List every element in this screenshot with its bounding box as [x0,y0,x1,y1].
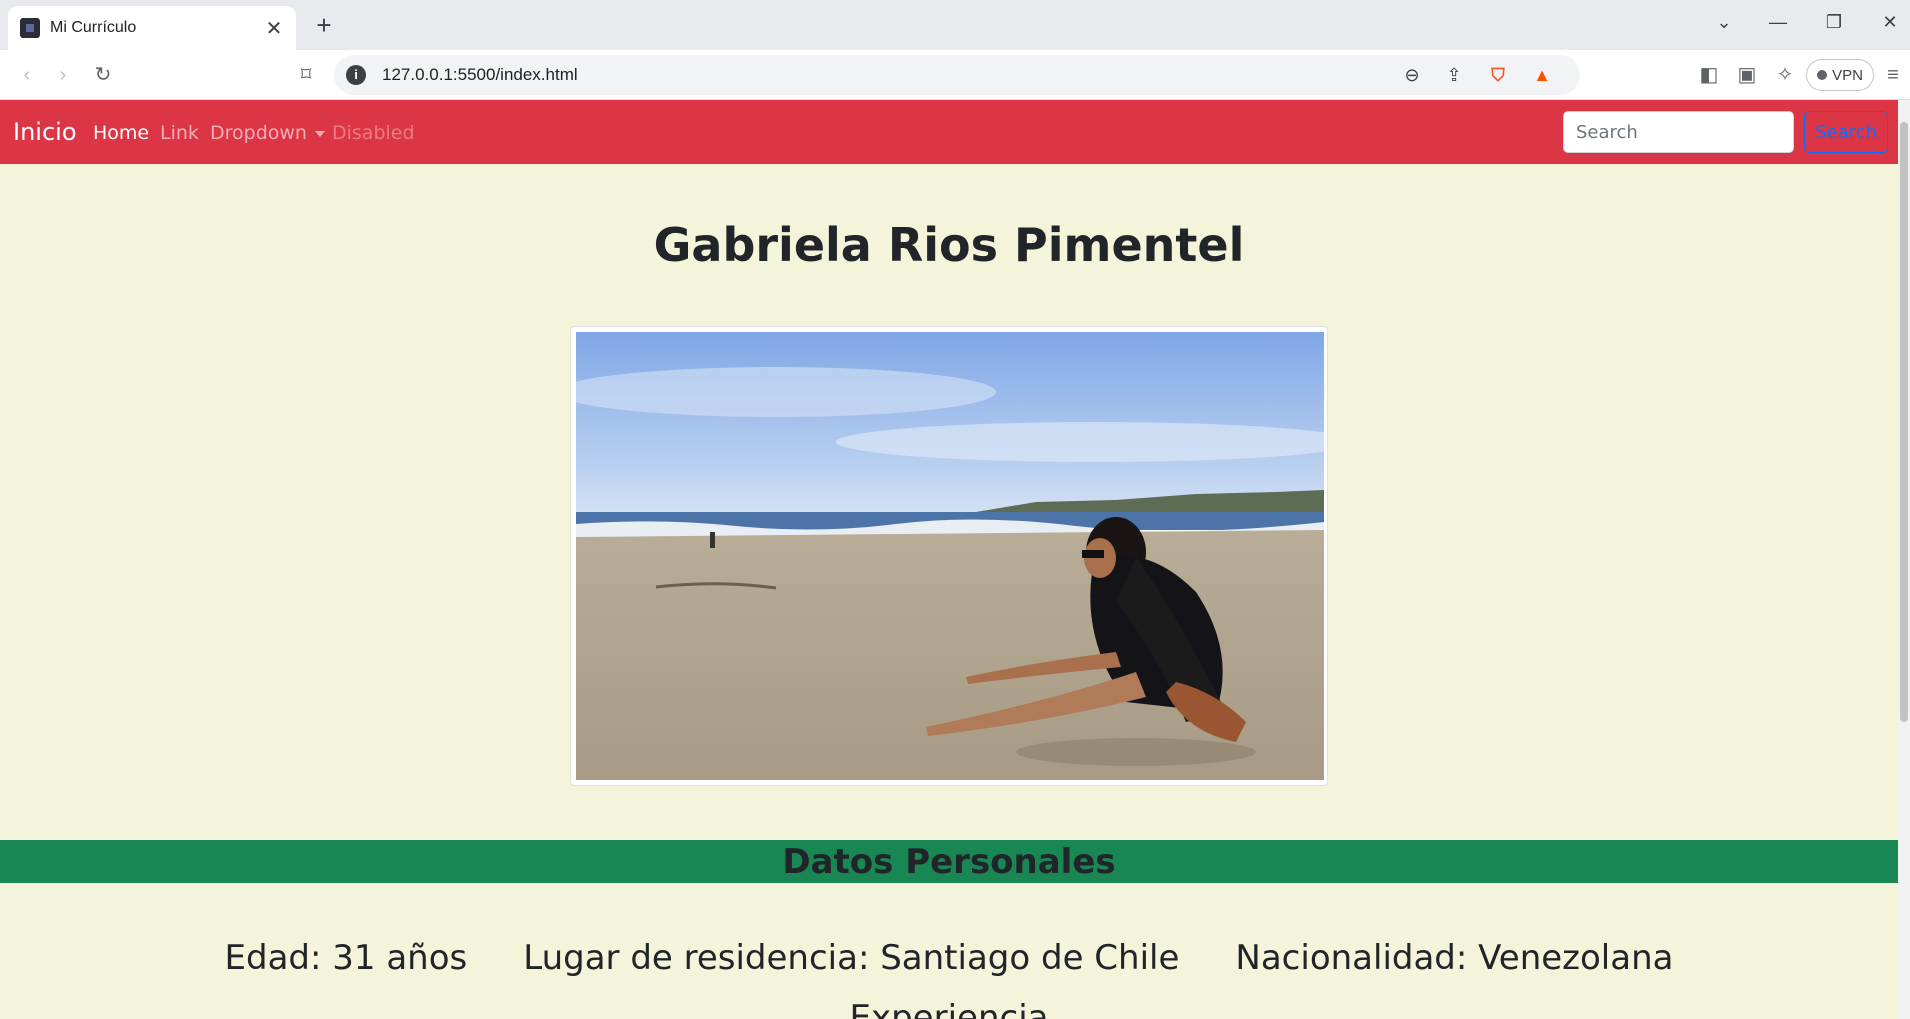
nav-link-disabled: Disabled [332,122,415,144]
menu-icon[interactable]: ≡ [1880,62,1906,88]
back-icon[interactable]: ‹ [14,62,40,88]
browser-toolbar: ‹ › ↻ ⌑ i 127.0.0.1:5500/index.html ⊖ ⇪ … [0,50,1910,100]
nav-link-home[interactable]: Home [93,122,149,144]
nationality-text: Nacionalidad: Venezolana [1235,938,1674,978]
page-title: Gabriela Rios Pimentel [653,218,1245,272]
minimize-icon[interactable]: — [1766,12,1790,33]
vpn-label: VPN [1832,66,1863,84]
vpn-status-icon [1817,70,1828,80]
url-text[interactable]: 127.0.0.1:5500/index.html [382,65,578,85]
age-text: Edad: 31 años [224,938,468,978]
brave-rewards-icon[interactable]: ▲ [1530,63,1554,87]
profile-photo-frame [570,326,1328,786]
browser-tab-bar: Mi Currículo ✕ + ⌄ — ❐ ✕ [0,0,1910,50]
next-section-heading: Experiencia [849,998,1049,1019]
address-bar[interactable]: i 127.0.0.1:5500/index.html ⊖ ⇪ ⛉ ▲ [334,55,1580,95]
close-tab-icon[interactable]: ✕ [264,16,284,41]
nav-dropdown-label: Dropdown [210,122,307,144]
scrollbar-thumb[interactable] [1900,122,1908,722]
reload-icon[interactable]: ↻ [90,62,116,88]
bookmark-icon[interactable]: ⌑ [293,62,319,88]
tab-search-chevron-icon[interactable]: ⌄ [1712,12,1736,33]
page-viewport: Inicio Home Link Dropdown Disabled Searc… [0,100,1898,1019]
tab-title: Mi Currículo [50,19,137,36]
site-navbar: Inicio Home Link Dropdown Disabled Searc… [0,100,1898,164]
site-info-icon[interactable]: i [346,65,366,85]
forward-icon[interactable]: › [50,62,76,88]
search-button[interactable]: Search [1804,111,1888,153]
share-icon[interactable]: ⇪ [1442,63,1466,87]
search-input[interactable] [1563,111,1794,153]
site-favicon-icon [20,18,40,38]
vpn-button[interactable]: VPN [1806,59,1874,91]
new-tab-icon[interactable]: + [312,12,336,38]
restore-icon[interactable]: ❐ [1822,12,1846,33]
navbar-brand[interactable]: Inicio [13,118,77,146]
beach-photo [576,332,1324,780]
section-title-personal-data: Datos Personales [782,842,1116,882]
zoom-icon[interactable]: ⊖ [1400,63,1424,87]
wallet-icon[interactable]: ▣ [1734,62,1760,88]
caret-down-icon [314,130,325,137]
residence-text: Lugar de residencia: Santiago de Chile [523,938,1180,978]
nav-link-link[interactable]: Link [160,122,199,144]
close-window-icon[interactable]: ✕ [1878,12,1902,33]
brave-shields-icon[interactable]: ⛉ [1486,63,1510,87]
nav-dropdown-toggle[interactable]: Dropdown [210,122,325,144]
leo-ai-icon[interactable]: ✧ [1772,62,1798,88]
browser-tab[interactable]: Mi Currículo ✕ [8,6,296,50]
sidebar-icon[interactable]: ◧ [1696,62,1722,88]
personal-facts-row: Edad: 31 años Lugar de residencia: Santi… [0,938,1898,978]
page-scrollbar[interactable] [1898,100,1910,1019]
